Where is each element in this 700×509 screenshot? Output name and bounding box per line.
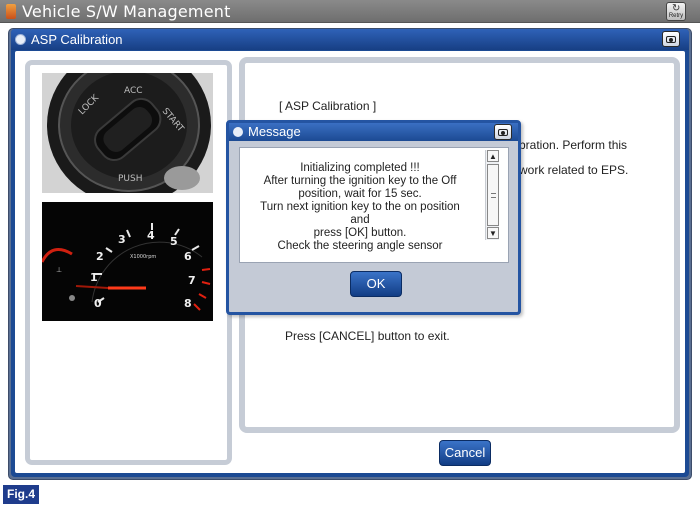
app-logo-icon bbox=[6, 4, 16, 19]
retry-button[interactable]: ↻ Retry bbox=[666, 2, 686, 21]
exit-instruction: Press [CANCEL] button to exit. bbox=[285, 329, 450, 343]
message-text-area[interactable]: Initializing completed !!! After turning… bbox=[239, 147, 509, 263]
message-line: Turn next ignition key to the on positio… bbox=[260, 201, 460, 213]
instruction-line-2-tail: work related to EPS. bbox=[519, 163, 629, 177]
cluster-tick-6: 6 bbox=[184, 250, 192, 263]
scroll-thumb[interactable] bbox=[487, 164, 499, 226]
svg-text:⊥: ⊥ bbox=[56, 266, 62, 274]
cluster-tick-8: 8 bbox=[184, 297, 192, 310]
message-title-icon bbox=[233, 127, 243, 137]
cluster-tick-7: 7 bbox=[188, 274, 196, 287]
dialog-title-icon bbox=[15, 34, 26, 45]
cluster-tick-5: 5 bbox=[170, 235, 178, 248]
dialog-title: ASP Calibration bbox=[31, 32, 123, 47]
cluster-tick-4: 4 bbox=[147, 229, 155, 242]
cluster-unit-label: X1000rpm bbox=[130, 254, 156, 260]
cluster-tick-3: 3 bbox=[118, 233, 126, 246]
ignition-push-label: PUSH bbox=[118, 174, 143, 184]
message-title-bar: Message bbox=[229, 123, 518, 141]
scroll-grip-icon bbox=[491, 193, 496, 198]
cluster-tick-1: 1 bbox=[90, 271, 98, 284]
message-line: Check the steering angle sensor bbox=[277, 240, 443, 252]
message-line: position, wait for 15 sec. bbox=[298, 188, 422, 200]
scroll-down-icon[interactable]: ▼ bbox=[487, 227, 499, 239]
message-line: Initializing completed !!! bbox=[300, 162, 420, 174]
instrument-cluster-image: 0 1 2 3 4 5 6 7 8 X1000rpm ⊥ bbox=[42, 202, 213, 321]
cluster-tick-0: 0 bbox=[94, 297, 102, 310]
message-dialog: Message Initializing completed !!! After… bbox=[226, 120, 521, 315]
message-screenshot-button[interactable] bbox=[494, 124, 512, 140]
cluster-tick-2: 2 bbox=[96, 250, 104, 263]
ignition-svg: LOCK ACC START PUSH bbox=[42, 73, 213, 193]
app-title-bar: Vehicle S/W Management ↻ Retry bbox=[0, 0, 700, 23]
message-line: and bbox=[350, 214, 370, 226]
ignition-acc-label: ACC bbox=[124, 86, 143, 96]
scroll-up-icon[interactable]: ▲ bbox=[487, 150, 499, 162]
app-title: Vehicle S/W Management bbox=[22, 2, 231, 21]
camera-lens bbox=[501, 131, 505, 135]
cancel-button[interactable]: Cancel bbox=[439, 440, 491, 466]
dialog-screenshot-button[interactable] bbox=[662, 31, 680, 47]
instruction-heading: [ ASP Calibration ] bbox=[279, 99, 377, 113]
ignition-key-image: LOCK ACC START PUSH bbox=[42, 73, 213, 193]
instruction-line-1-tail: bration. Perform this bbox=[519, 138, 628, 152]
message-line: After turning the ignition key to the Of… bbox=[263, 175, 457, 187]
dialog-title-bar: ASP Calibration bbox=[11, 29, 689, 50]
ok-button[interactable]: OK bbox=[350, 271, 402, 297]
cluster-svg: 0 1 2 3 4 5 6 7 8 X1000rpm ⊥ bbox=[42, 202, 213, 321]
camera-lens bbox=[669, 38, 673, 42]
message-title: Message bbox=[248, 124, 301, 139]
message-scrollbar[interactable]: ▲ ▼ bbox=[485, 150, 499, 240]
figure-label: Fig.4 bbox=[3, 485, 39, 504]
retry-label: Retry bbox=[668, 13, 684, 19]
message-line: press [OK] button. bbox=[313, 227, 407, 239]
